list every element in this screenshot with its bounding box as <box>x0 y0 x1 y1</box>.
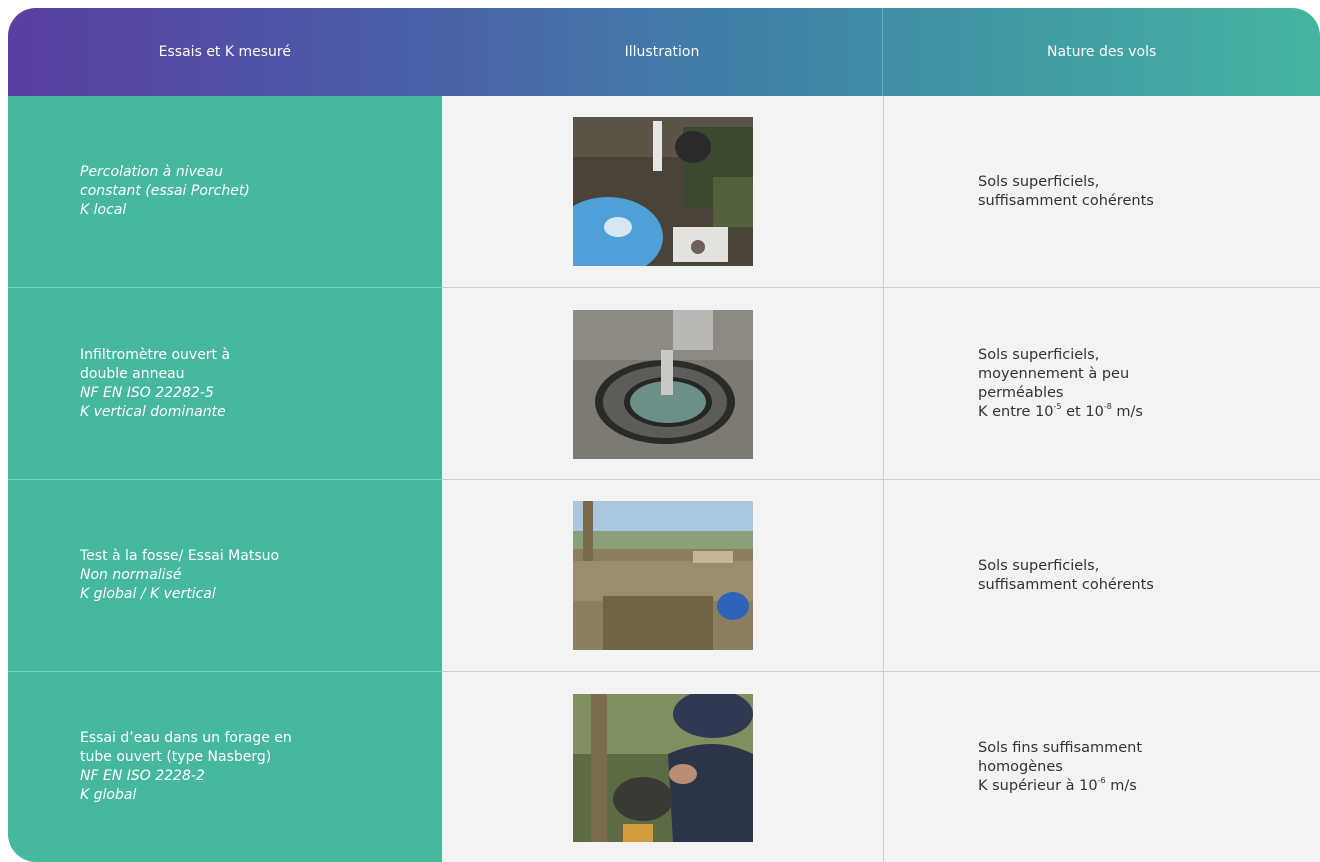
test-name-line: Test à la fosse/ Essai Matsuo <box>80 548 280 564</box>
porchet-test-photo <box>573 117 753 266</box>
nature-line: moyennement à peu <box>978 365 1130 382</box>
nature-line: Sols superficiels, <box>978 557 1100 574</box>
nature-line: suffisamment cohérents <box>978 192 1154 209</box>
header-tests: Essais et K mesuré <box>158 44 291 60</box>
test-name-line: Essai d’eau dans un forage en <box>80 730 292 746</box>
nature-cell: Sols superficiels, suffisamment cohérent… <box>978 480 1308 671</box>
k-measure: K local <box>80 202 127 218</box>
test-cell: Test à la fosse/ Essai Matsuo Non normal… <box>80 480 380 671</box>
nature-line: suffisamment cohérents <box>978 576 1154 593</box>
nature-line: Sols fins suffisamment <box>978 739 1143 756</box>
table-row: Test à la fosse/ Essai Matsuo Non normal… <box>8 480 1320 671</box>
nature-cell: Sols superficiels, suffisamment cohérent… <box>978 96 1308 287</box>
test-name-line: Infiltromètre ouvert à <box>80 346 231 363</box>
test-cell: Essai d’eau dans un forage en tube ouver… <box>80 672 380 862</box>
header-illustration: Illustration <box>442 8 884 96</box>
k-measure: K global / K vertical <box>80 586 216 602</box>
table-row: Percolation à niveau constant (essai Por… <box>8 96 1320 287</box>
nature-line: Sols superficiels, <box>978 346 1100 363</box>
nasberg-borehole-test-photo <box>573 694 753 842</box>
k-range: K supérieur à 10-6 m/s <box>978 775 1137 794</box>
matsuo-pit-test-photo <box>573 501 753 650</box>
table-header: Essais et K mesuré Illustration Nature d… <box>8 8 1320 96</box>
header-nature: Nature des vols <box>1047 44 1157 60</box>
test-name-line: double anneau <box>80 365 185 382</box>
norm-reference: NF EN ISO 2228-2 <box>80 768 205 784</box>
test-name-line: Percolation à niveau <box>80 164 223 180</box>
nature-line: Sols superficiels, <box>978 173 1100 190</box>
test-cell: Infiltromètre ouvert à double anneau NF … <box>80 288 380 479</box>
nature-line: homogènes <box>978 758 1063 775</box>
k-measure: K global <box>80 787 137 803</box>
k-range: K entre 10-5 et 10-8 m/s <box>978 401 1143 420</box>
norm-reference: Non normalisé <box>80 567 182 583</box>
soil-tests-table: Essais et K mesuré Illustration Nature d… <box>8 8 1320 862</box>
norm-reference: NF EN ISO 22282-5 <box>80 384 214 401</box>
test-name-line: constant (essai Porchet) <box>80 183 250 199</box>
test-name-line: tube ouvert (type Nasberg) <box>80 749 272 765</box>
double-ring-infiltrometer-photo <box>573 310 753 459</box>
nature-cell: Sols superficiels, moyennement à peu per… <box>978 288 1308 479</box>
nature-line: perméables <box>978 384 1064 401</box>
table-row: Essai d’eau dans un forage en tube ouver… <box>8 672 1320 862</box>
table-row: Infiltromètre ouvert à double anneau NF … <box>8 288 1320 479</box>
nature-cell: Sols fins suffisamment homogènes K supér… <box>978 672 1308 862</box>
test-cell: Percolation à niveau constant (essai Por… <box>80 96 380 287</box>
k-measure: K vertical dominante <box>80 403 226 420</box>
